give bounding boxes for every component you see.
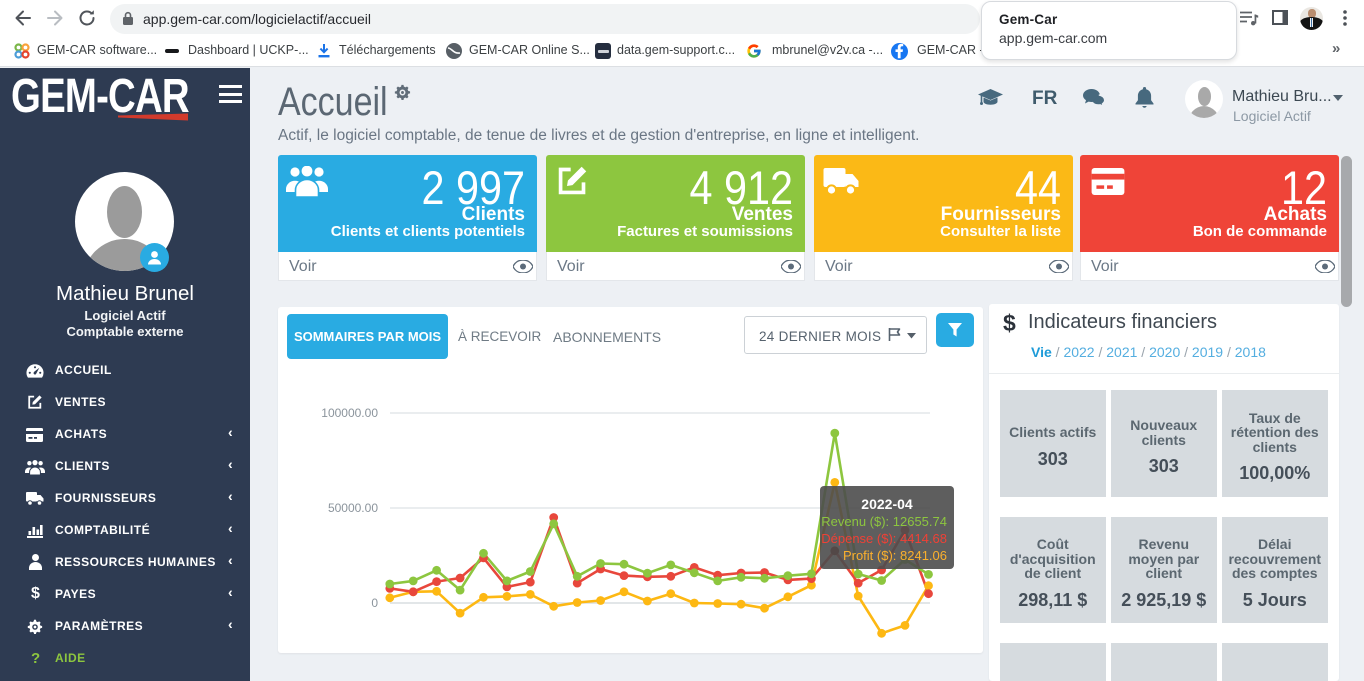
svg-text:50000.00: 50000.00 [328,501,378,515]
svg-text:0: 0 [371,596,378,610]
svg-text:100000.00: 100000.00 [321,406,378,420]
